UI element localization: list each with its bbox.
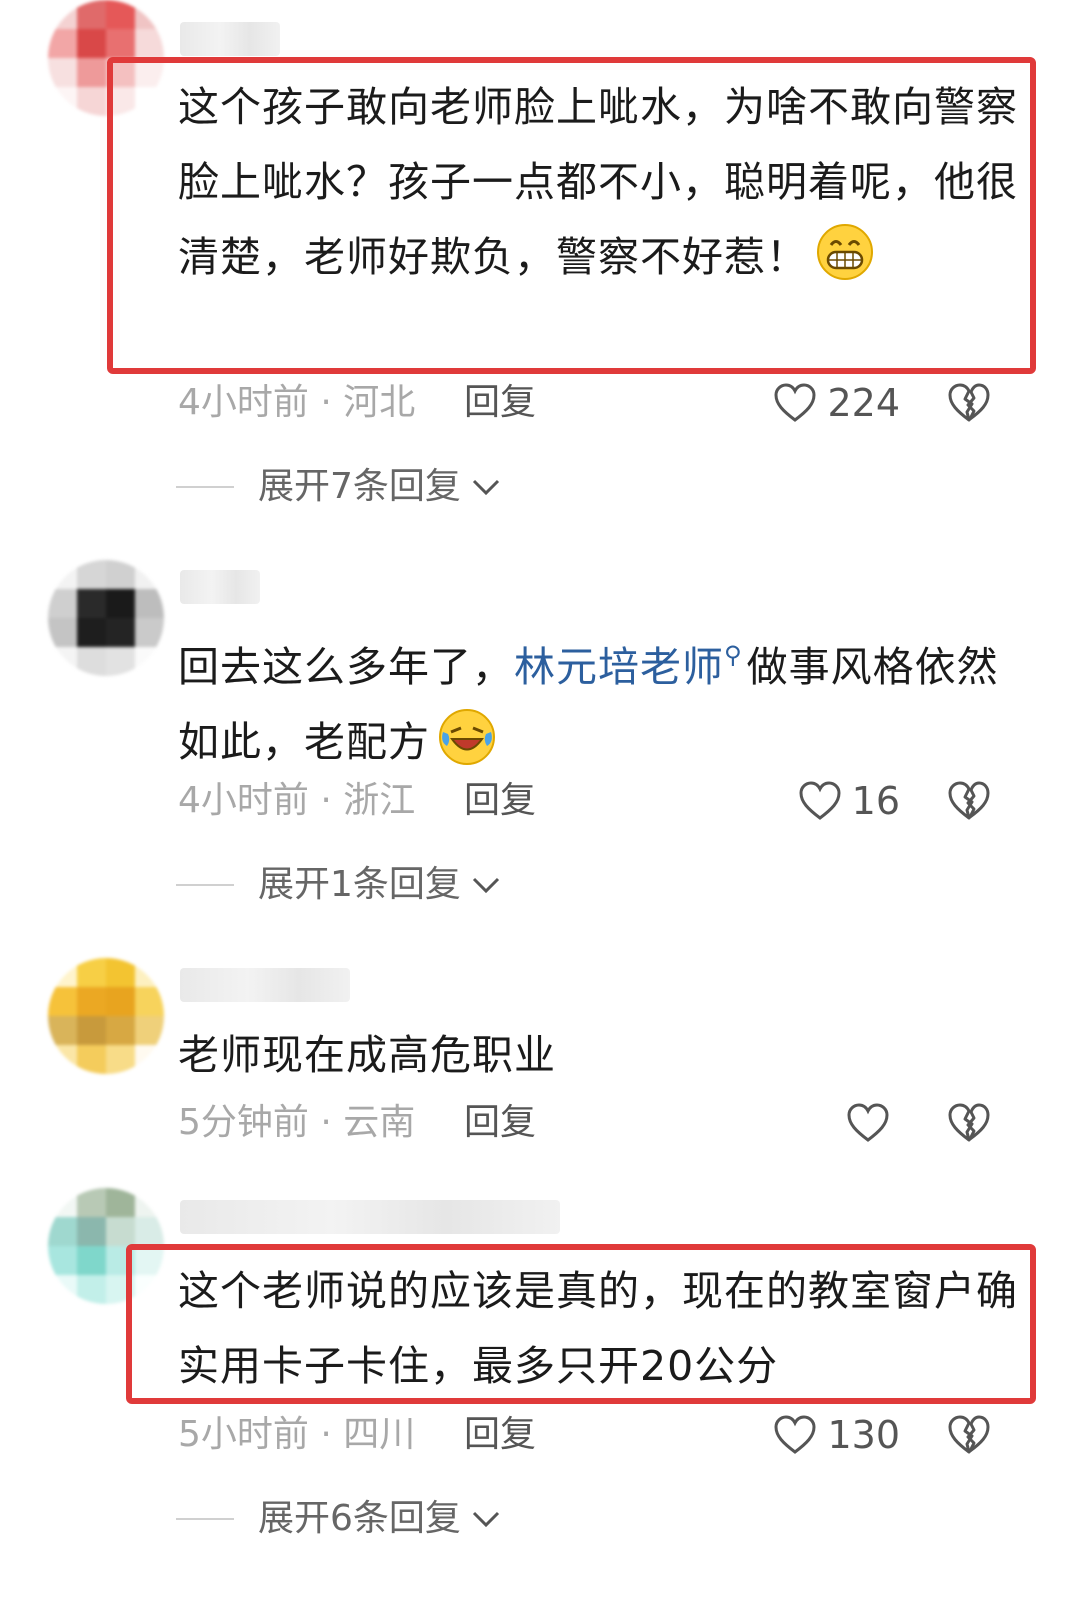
like-button[interactable]	[846, 1098, 900, 1148]
comment-meta: 4小时前 · 浙江 回复	[178, 776, 536, 826]
comment-text: 回去这么多年了，林元培老师⚲做事风格依然如此，老配方	[178, 618, 1018, 790]
like-count: 224	[827, 381, 900, 425]
avatar[interactable]	[48, 560, 164, 676]
heart-icon	[774, 383, 816, 422]
like-button[interactable]: 16	[798, 776, 900, 826]
avatar[interactable]	[48, 958, 164, 1074]
time-location: 5小时前 · 四川	[178, 1414, 416, 1455]
chevron-down-icon	[472, 1511, 499, 1528]
divider	[176, 884, 234, 886]
time-location: 5分钟前 · 云南	[178, 1102, 416, 1143]
like-button[interactable]: 224	[773, 378, 900, 428]
reply-button[interactable]: 回复	[464, 776, 536, 826]
username[interactable]	[180, 1200, 560, 1234]
reply-button[interactable]: 回复	[464, 1098, 536, 1148]
search-icon[interactable]: ⚲	[724, 641, 743, 669]
time-location: 4小时前 · 河北	[178, 382, 416, 423]
chevron-down-icon	[472, 479, 499, 496]
expand-replies[interactable]: 展开6条回复	[176, 1494, 501, 1544]
broken-heart-icon	[948, 1415, 990, 1454]
expand-replies[interactable]: 展开7条回复	[176, 462, 501, 512]
heart-icon	[799, 781, 841, 820]
like-count: 16	[851, 779, 900, 823]
username[interactable]	[180, 22, 280, 56]
divider	[176, 1518, 234, 1520]
dislike-button[interactable]	[946, 1410, 992, 1460]
heart-icon	[774, 1415, 816, 1454]
expand-replies[interactable]: 展开1条回复	[176, 860, 501, 910]
dislike-button[interactable]	[946, 378, 992, 428]
dislike-button[interactable]	[946, 776, 992, 826]
reply-button[interactable]: 回复	[464, 1410, 536, 1460]
comment-meta: 5分钟前 · 云南 回复	[178, 1098, 536, 1148]
broken-heart-icon	[948, 781, 990, 820]
username[interactable]	[180, 570, 260, 604]
like-button[interactable]: 130	[773, 1410, 900, 1460]
chevron-down-icon	[472, 877, 499, 894]
broken-heart-icon	[948, 1103, 990, 1142]
highlight-box	[126, 1244, 1036, 1404]
comment-meta: 5小时前 · 四川 回复	[178, 1410, 536, 1460]
comment-text: 老师现在成高危职业	[178, 1031, 556, 1079]
like-count: 130	[827, 1413, 900, 1457]
time-location: 4小时前 · 浙江	[178, 780, 416, 821]
divider	[176, 486, 234, 488]
heart-icon	[847, 1103, 889, 1142]
highlight-box	[107, 57, 1036, 374]
comment-meta: 4小时前 · 河北 回复	[178, 378, 536, 428]
reply-button[interactable]: 回复	[464, 378, 536, 428]
broken-heart-icon	[948, 383, 990, 422]
dislike-button[interactable]	[946, 1098, 992, 1148]
username[interactable]	[180, 968, 350, 1002]
mention-link[interactable]: 林元培老师	[514, 643, 724, 691]
